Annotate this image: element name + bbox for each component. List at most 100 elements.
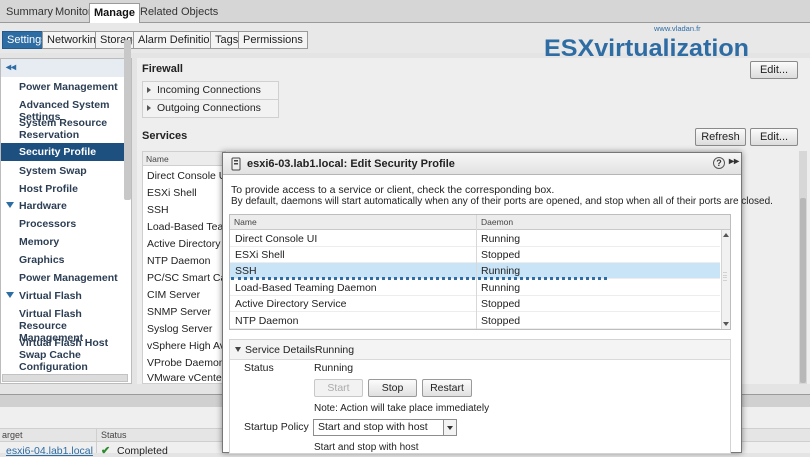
table-row[interactable]: ESXi Shell (147, 187, 227, 199)
sidebar-group-hardware[interactable]: Hardware (6, 200, 67, 212)
dialog-title: esxi6-03.lab1.local: Edit Security Profi… (247, 158, 455, 170)
scroll-grip-icon[interactable]: :::: (723, 271, 727, 283)
settings-sidebar: ◂◂ Power Management Advanced System Sett… (0, 58, 132, 384)
service-details-panel: Service Details Running (229, 339, 731, 454)
table-row[interactable]: Load-Based Teaming (147, 221, 227, 233)
firewall-edit-button[interactable]: Edit... (750, 61, 798, 79)
logo-site: www.vladan.fr (653, 24, 701, 33)
services-edit-button[interactable]: Edit... (750, 128, 798, 146)
firewall-row-label: Incoming Connections (157, 84, 261, 96)
row-name: SSH (235, 265, 257, 277)
tasks-col-target[interactable]: arget (2, 430, 23, 440)
tab-summary[interactable]: Summary (2, 3, 57, 23)
tasks-col-divider (96, 428, 97, 453)
services-table: Name Direct Console UI ESXi Shell SSH Lo… (142, 151, 227, 384)
row-daemon: Running (481, 233, 521, 245)
sidebar-scrollbar[interactable] (124, 40, 131, 200)
row-daemon: Stopped (481, 315, 521, 327)
tasks-col-status[interactable]: Status (101, 430, 127, 440)
startup-policy-label: Startup Policy (244, 421, 309, 433)
expand-triangle-icon (147, 87, 151, 93)
service-details-header[interactable]: Service Details Running (230, 340, 730, 360)
row-daemon: Stopped (481, 298, 521, 310)
table-row[interactable]: Active Directory Service Stopped (230, 296, 720, 312)
table-row[interactable]: Direct Console UI (147, 170, 227, 182)
collapse-triangle-icon (235, 347, 241, 352)
table-row[interactable]: Load-Based Teaming Daemon Running (230, 280, 720, 296)
sidebar-group-label: Virtual Flash (19, 290, 82, 302)
stop-button[interactable]: Stop (368, 379, 417, 397)
expand-triangle-icon (147, 105, 151, 111)
dotted-annotation-line (231, 277, 607, 280)
expand-dialog-icon[interactable]: ▸▸ (729, 156, 739, 167)
table-row[interactable]: ESXi Shell Stopped (230, 247, 720, 263)
services-refresh-button[interactable]: Refresh (695, 128, 746, 146)
grid-column-divider (476, 215, 477, 329)
grid-col-daemon[interactable]: Daemon (481, 217, 513, 227)
restart-button[interactable]: Restart (422, 379, 472, 397)
chevron-down-icon[interactable] (443, 420, 456, 435)
tab-manage[interactable]: Manage (89, 3, 140, 23)
main-scrollbar-thumb[interactable] (800, 198, 806, 383)
table-row[interactable]: Active Directory Ser (147, 238, 227, 250)
sidebar-item-security-profile[interactable]: Security Profile (1, 143, 125, 161)
scroll-up-icon[interactable] (723, 233, 729, 237)
table-row[interactable]: VMware vCenter Ag (147, 372, 227, 384)
scroll-down-icon[interactable] (723, 322, 729, 326)
sidebar-horizontal-scrollbar[interactable] (2, 374, 128, 382)
row-daemon: Stopped (481, 249, 521, 261)
table-row[interactable]: SNMP Server (147, 306, 227, 318)
service-details-value: Running (315, 344, 355, 356)
sidebar-group-virtual-flash[interactable]: Virtual Flash (6, 290, 82, 302)
tab-related-objects[interactable]: Related Objects (136, 3, 222, 23)
row-daemon: Running (481, 265, 521, 277)
expand-triangle-icon (6, 202, 14, 208)
grid-scrollbar[interactable]: :::: (721, 230, 730, 329)
sidebar-item-processors[interactable]: Processors (19, 218, 127, 230)
row-daemon: Running (481, 282, 521, 294)
help-icon[interactable]: ? (713, 157, 725, 169)
services-title: Services (142, 130, 188, 142)
sidebar-item-system-swap[interactable]: System Swap (19, 165, 127, 177)
grid-header: Name Daemon (230, 215, 730, 230)
startup-policy-select[interactable]: Start and stop with host (313, 419, 457, 436)
dialog-title-bar[interactable]: esxi6-03.lab1.local: Edit Security Profi… (223, 153, 741, 175)
sidebar-item-virtual-flash-host-swap[interactable]: Virtual Flash Host Swap Cache Configurat… (19, 337, 127, 373)
sidebar-item-hw-power-management[interactable]: Power Management (19, 272, 127, 284)
table-row[interactable]: SSH (147, 204, 227, 216)
edit-security-profile-dialog: esxi6-03.lab1.local: Edit Security Profi… (222, 152, 773, 454)
subtab-permissions[interactable]: Permissions (238, 31, 308, 49)
sidebar-item-power-management[interactable]: Power Management (19, 81, 127, 93)
sidebar-item-memory[interactable]: Memory (19, 236, 127, 248)
table-row[interactable]: PC/SC Smart Card (147, 272, 227, 284)
table-row[interactable]: NTP Daemon Stopped (230, 313, 720, 329)
start-button[interactable]: Start (314, 379, 363, 397)
firewall-incoming-connections[interactable]: Incoming Connections (142, 81, 279, 100)
services-col-name[interactable]: Name (143, 152, 225, 166)
row-name: Load-Based Teaming Daemon (235, 282, 377, 294)
table-row[interactable]: VProbe Daemon (147, 357, 227, 369)
firewall-row-label: Outgoing Connections (157, 102, 261, 114)
table-row[interactable]: Direct Console UI Running (230, 231, 720, 247)
sidebar-item-system-resource-reservation[interactable]: System Resource Reservation (19, 117, 127, 141)
table-row[interactable]: Syslog Server (147, 323, 227, 335)
task-target-link[interactable]: esxi6-04.lab1.local (6, 445, 93, 457)
sidebar-item-host-profile[interactable]: Host Profile (19, 183, 127, 195)
collapse-sidebar-button[interactable]: ◂◂ (1, 59, 131, 77)
grid-col-name[interactable]: Name (234, 217, 257, 227)
table-row[interactable]: CIM Server (147, 289, 227, 301)
task-status: Completed (117, 445, 168, 457)
service-details-label: Service Details (245, 344, 316, 356)
status-label: Status (244, 362, 274, 374)
sidebar-group-label: Hardware (19, 200, 67, 212)
row-name: ESXi Shell (235, 249, 285, 261)
dialog-intro-line-2: By default, daemons will start automatic… (231, 196, 773, 207)
expand-triangle-icon (6, 292, 14, 298)
startup-policy-description: Start and stop with host (314, 442, 419, 453)
row-name: Active Directory Service (235, 298, 347, 310)
row-name: NTP Daemon (235, 315, 299, 327)
sidebar-item-graphics[interactable]: Graphics (19, 254, 127, 266)
table-row[interactable]: NTP Daemon (147, 255, 227, 267)
firewall-outgoing-connections[interactable]: Outgoing Connections (142, 99, 279, 118)
table-row[interactable]: vSphere High Availa (147, 340, 227, 352)
